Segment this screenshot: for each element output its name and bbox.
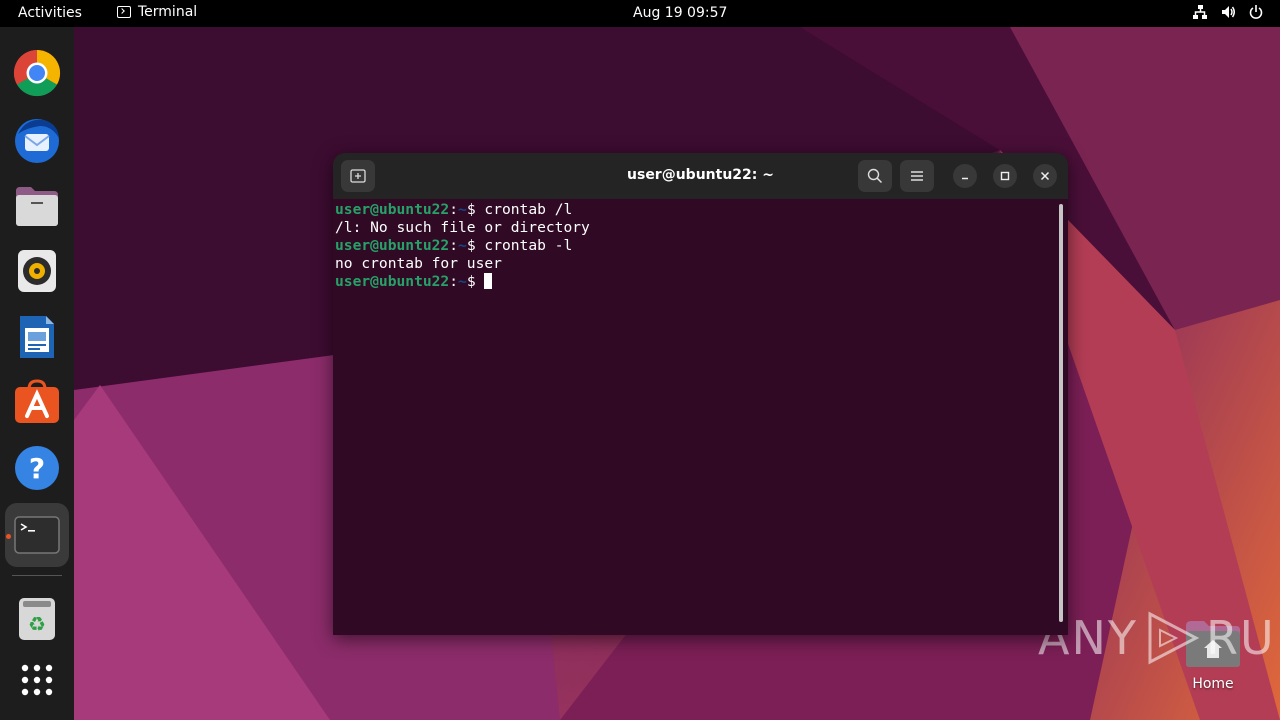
prompt-symbol: $ [466,201,485,218]
play-logo-icon [1148,611,1200,665]
dock-item-files[interactable] [0,177,74,235]
text-cursor [484,273,493,289]
prompt-path: ~ [458,237,467,254]
anyrun-watermark: ANY RUN [1038,610,1280,666]
hamburger-menu-icon [911,171,923,181]
terminal-app-icon [117,6,131,18]
search-button[interactable] [858,160,892,192]
close-button[interactable] [1033,164,1057,188]
chrome-icon [13,49,61,97]
minimize-button[interactable] [953,164,977,188]
prompt-path: ~ [458,201,467,218]
terminal-titlebar[interactable]: user@ubuntu22: ~ [333,153,1068,199]
command-text: crontab -l [484,237,573,254]
top-bar: Activities Terminal Aug 19 09:57 [0,0,1280,27]
ubuntu-software-icon [15,379,59,423]
output-text: /l: No such file or directory [335,219,590,236]
maximize-button[interactable] [993,164,1017,188]
trash-icon: ♻ [19,598,55,640]
app-grid-icon [21,664,53,696]
terminal-line: user@ubuntu22:~$ crontab /l [335,201,1059,219]
files-icon [16,187,58,226]
network-icon [1193,5,1207,19]
terminal-line: /l: No such file or directory [335,219,1059,237]
prompt-user: user@ubuntu22 [335,201,450,218]
dock-item-rhythmbox[interactable] [0,242,74,300]
output-text: no crontab for user [335,255,502,272]
prompt-separator: : [449,273,459,290]
dock-item-terminal[interactable] [0,506,74,564]
terminal-line: user@ubuntu22:~$ [335,273,1059,291]
terminal-line: no crontab for user [335,255,1059,273]
dock-item-trash[interactable]: ♻ [0,590,74,648]
dock-item-writer[interactable] [0,308,74,366]
thunderbird-icon [15,119,59,163]
prompt-separator: : [449,237,459,254]
menu-button[interactable] [900,160,934,192]
watermark-text-right: RUN [1205,611,1280,665]
activities-button[interactable]: Activities [18,5,82,21]
terminal-window[interactable]: user@ubuntu22: ~ user@ubuntu22:~$ cronta… [333,153,1068,635]
prompt-symbol: $ [466,237,485,254]
app-menu-label: Terminal [138,4,198,20]
dock: ? ♻ [0,27,74,720]
prompt-separator: : [449,201,459,218]
terminal-output[interactable]: user@ubuntu22:~$ crontab /l/l: No such f… [333,199,1059,635]
svg-text:♻: ♻ [28,612,46,636]
scrollbar-thumb[interactable] [1059,204,1063,622]
minimize-icon [962,177,968,180]
dock-item-show-apps[interactable] [0,651,74,709]
terminal-scrollbar[interactable] [1059,199,1068,635]
prompt-path: ~ [458,273,467,290]
help-icon: ? [15,446,59,490]
home-label: Home [1192,676,1234,692]
prompt-symbol: $ [466,273,485,290]
volume-icon [1222,6,1235,18]
prompt-user: user@ubuntu22 [335,237,450,254]
close-icon [1040,171,1050,181]
dock-item-chrome[interactable] [0,44,74,102]
app-menu[interactable]: Terminal [117,4,197,20]
system-tray[interactable] [1192,4,1264,20]
terminal-line: user@ubuntu22:~$ crontab -l [335,237,1059,255]
terminal-icon [14,516,60,554]
svg-text:?: ? [29,452,45,485]
rhythmbox-icon [18,250,56,292]
maximize-icon [1000,171,1010,181]
power-icon [1249,5,1263,19]
dock-separator [12,575,62,576]
dock-item-software[interactable] [0,373,74,431]
dock-item-thunderbird[interactable] [0,111,74,169]
search-icon [867,168,883,184]
libreoffice-writer-icon [20,316,54,358]
command-text: crontab /l [484,201,573,218]
clock[interactable]: Aug 19 09:57 [633,5,727,21]
prompt-user: user@ubuntu22 [335,273,450,290]
dock-item-help[interactable]: ? [0,439,74,497]
